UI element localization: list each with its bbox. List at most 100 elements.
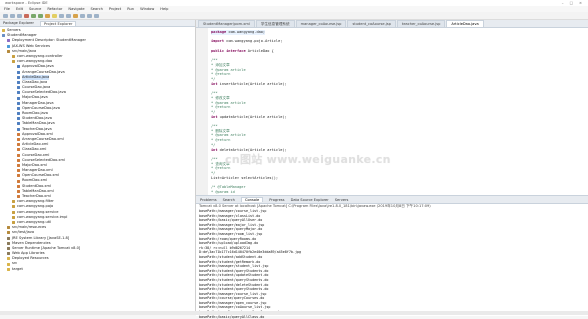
java-icon (17, 106, 20, 110)
code-token: * @return (211, 138, 231, 143)
console-tab[interactable]: Progress (269, 198, 284, 202)
code-token: * 修改文章 (211, 95, 230, 100)
java-icon (17, 101, 20, 105)
window-controls: – □ × (562, 1, 582, 5)
back-icon[interactable] (87, 13, 92, 18)
new-icon[interactable] (3, 13, 8, 18)
package-icon (12, 55, 15, 59)
menu-item-project[interactable]: Project (109, 7, 121, 11)
xml-icon (17, 195, 20, 199)
java-icon (17, 80, 20, 84)
console-tab[interactable]: Console (240, 197, 264, 202)
srcfolder-icon (7, 231, 10, 235)
code-token: * @param article (211, 133, 246, 138)
code-token: * @return (211, 72, 231, 77)
status-bar (0, 311, 588, 315)
minimize-icon[interactable]: – (562, 1, 564, 5)
search-icon[interactable] (80, 13, 85, 18)
folder-icon (7, 257, 10, 261)
new-package-icon[interactable] (59, 13, 64, 18)
console-tab[interactable]: Servers (335, 198, 349, 202)
code-token: */ (211, 171, 216, 175)
save-icon[interactable] (10, 13, 15, 18)
descriptor-icon (7, 39, 10, 43)
editor-tab[interactable]: student_coAourse.jsp (347, 20, 396, 27)
project-icon (2, 34, 5, 38)
save-all-icon[interactable] (17, 13, 22, 18)
console-tab[interactable]: Problems (200, 198, 217, 202)
package-icon (12, 215, 15, 219)
code-token: * @param article (211, 67, 246, 72)
editor-tab[interactable]: ArticleDao.java (446, 20, 484, 27)
window-title: workspace - Eclipse IDE (5, 1, 48, 5)
code-line: List<Article> selectArticles(); (211, 176, 278, 181)
code-line: int insertArticle(Article article); (211, 82, 287, 87)
watermark: cn图站 www.weiguanke.cn (225, 153, 391, 166)
xml-icon (17, 163, 20, 167)
editor-tab[interactable]: teacher_coAourse.jsp (396, 20, 446, 27)
close-icon[interactable]: × (579, 1, 582, 5)
code-token: * 添加文章 (211, 62, 230, 67)
tab-package-explorer[interactable]: Package Explorer (3, 21, 34, 25)
menu-item-search[interactable]: Search (91, 7, 103, 11)
new-java-project-icon[interactable] (52, 13, 57, 18)
line-gutter (196, 28, 208, 195)
menu-item-edit[interactable]: Edit (16, 7, 23, 11)
menu-item-navigate[interactable]: Navigate (68, 7, 84, 11)
editor-tab[interactable]: manager_coAourse.jsp (295, 20, 347, 27)
library-icon (7, 246, 10, 250)
code-token: import (211, 39, 227, 44)
xml-icon (17, 148, 20, 152)
editor-tab[interactable]: StudentManager/pom.xml (198, 20, 255, 27)
library-icon (7, 241, 10, 245)
menu-item-run[interactable]: Run (127, 7, 134, 11)
menu-item-refactor[interactable]: Refactor (47, 7, 62, 11)
library-icon (7, 236, 10, 240)
console-tab[interactable]: Search (223, 198, 235, 202)
new-class-icon[interactable] (66, 13, 71, 18)
forward-icon[interactable] (94, 13, 99, 18)
menu-item-file[interactable]: File (4, 7, 10, 11)
code-line: int updateArticle(Article article); (211, 115, 287, 120)
folder-icon (7, 267, 10, 271)
code-token: * @param id (211, 189, 235, 194)
code-token: /** (211, 58, 218, 63)
menu-item-help[interactable]: Help (160, 7, 168, 11)
run-icon[interactable] (38, 13, 43, 18)
code-token: /** (211, 156, 218, 161)
code-line: package com.wangyang.dao; (211, 30, 266, 35)
package-icon (12, 210, 15, 214)
project-tree: Servers StudentManager Deployment Descript… (0, 27, 195, 272)
srcfolder-icon (7, 226, 10, 230)
code-area[interactable]: package com.wangyang.dao; import com.wang… (196, 28, 588, 195)
console-panel: Problems Search Console Progress Data Source… (196, 195, 588, 319)
code-token: List<Article> selectArticles(); (211, 175, 279, 180)
menu-item-source[interactable]: Source (29, 7, 41, 11)
java-icon (17, 96, 20, 100)
xml-icon (17, 189, 20, 193)
java-icon (17, 122, 20, 126)
debug-icon[interactable] (31, 13, 36, 18)
xml-icon (17, 153, 20, 157)
external-tools-icon[interactable] (45, 13, 50, 18)
toolbar (0, 12, 588, 20)
console-output[interactable]: basePath=/manager/course_list.jsp basePat… (196, 209, 588, 319)
maximize-icon[interactable]: □ (570, 1, 573, 5)
tab-project-explorer[interactable]: Project Explorer (40, 20, 77, 26)
code-editor: StudentManager/pom.xml 学生信息管理系统 manager_co… (196, 20, 588, 195)
menu-item-window[interactable]: Window (140, 7, 154, 11)
code-token: /** (211, 124, 218, 128)
ws-icon (7, 44, 10, 48)
print-icon[interactable] (24, 13, 29, 18)
editor-tab[interactable]: 学生信息管理系统 (255, 20, 295, 27)
open-type-icon[interactable] (73, 13, 78, 18)
code-token: public interface (211, 48, 248, 53)
xml-icon (17, 184, 20, 188)
console-tabs: Problems Search Console Progress Data Source… (196, 196, 588, 204)
package-icon (12, 205, 15, 209)
console-tab[interactable]: Data Source Explorer (291, 198, 329, 202)
java-icon (17, 86, 20, 90)
tree-item[interactable]: target (0, 267, 195, 272)
java-icon (17, 112, 20, 116)
java-icon (17, 75, 20, 79)
